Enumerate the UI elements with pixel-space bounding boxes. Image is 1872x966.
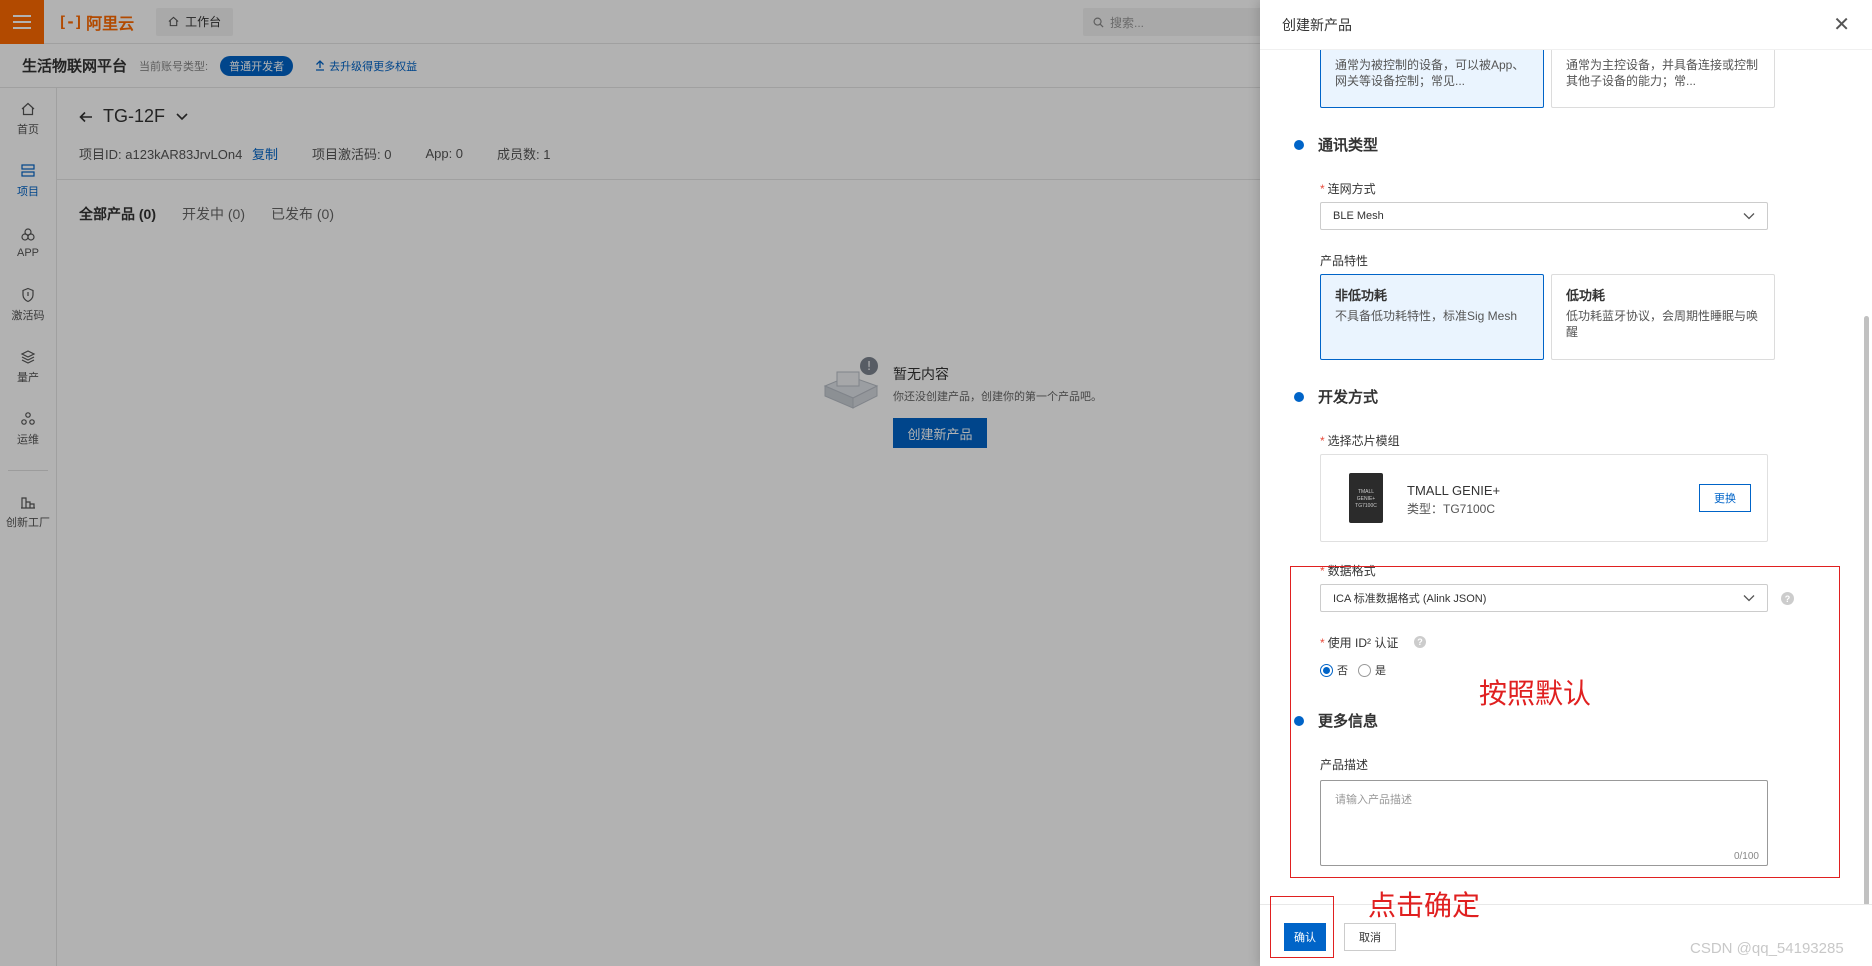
drawer-title: 创建新产品: [1282, 16, 1352, 33]
section-title: 开发方式: [1318, 389, 1379, 406]
network-select[interactable]: BLE Mesh: [1320, 202, 1768, 230]
section-title: 通讯类型: [1318, 137, 1379, 154]
help-icon[interactable]: ?: [1781, 592, 1794, 605]
drawer-header: 创建新产品 ✕: [1260, 0, 1872, 50]
feature-card-low-power[interactable]: 低功耗 低功耗蓝牙协议，会周期性睡眠与唤醒: [1551, 274, 1775, 360]
close-icon[interactable]: ✕: [1833, 15, 1850, 35]
node-type-desc: 通常为主控设备，并具备连接或控制其他子设备的能力；常...: [1566, 58, 1759, 88]
feature-title: 非低功耗: [1335, 288, 1388, 303]
id2-option-no[interactable]: 否: [1320, 662, 1348, 678]
drawer-content[interactable]: 通常为被控制的设备，可以被App、网关等设备控制；常见... 通常为主控设备，并…: [1260, 50, 1872, 904]
section-more-info: 更多信息: [1294, 710, 1378, 731]
chip-module-card: TMALL GENIE+ TG7100C TMALL GENIE+ 类型：TG7…: [1320, 454, 1768, 542]
feature-label: 产品特性: [1320, 254, 1369, 268]
chip-label: * 选择芯片模组: [1320, 434, 1400, 448]
data-format-label: * 数据格式: [1320, 564, 1376, 578]
annotation-click-note: 点击确定: [1368, 889, 1481, 922]
network-value: BLE Mesh: [1333, 210, 1384, 222]
section-dot: [1294, 139, 1304, 150]
change-chip-button[interactable]: 更换: [1699, 484, 1751, 512]
product-desc-label: 产品描述: [1320, 758, 1369, 772]
drawer-scrollbar[interactable]: [1864, 316, 1869, 906]
product-desc-textarea[interactable]: 请输入产品描述 0/100: [1320, 780, 1768, 866]
chevron-down-icon: [1743, 595, 1755, 602]
section-dot: [1294, 391, 1304, 402]
id2-option-yes[interactable]: 是: [1358, 662, 1386, 678]
data-format-select[interactable]: ICA 标准数据格式 (Alink JSON): [1320, 584, 1768, 612]
radio-button: [1320, 663, 1333, 677]
chip-module-image: TMALL GENIE+ TG7100C: [1349, 473, 1383, 523]
id2-radio-group: 否 是: [1320, 662, 1386, 678]
char-counter: 0/100: [1733, 851, 1759, 862]
feature-desc: 低功耗蓝牙协议，会周期性睡眠与唤醒: [1566, 309, 1759, 339]
node-type-desc: 通常为被控制的设备，可以被App、网关等设备控制；常见...: [1335, 58, 1525, 88]
cancel-button[interactable]: 取消: [1344, 923, 1396, 951]
chevron-down-icon: [1743, 213, 1755, 220]
node-type-card-device[interactable]: 通常为被控制的设备，可以被App、网关等设备控制；常见...: [1320, 50, 1544, 108]
annotation-default-note: 按照默认: [1479, 677, 1592, 710]
chip-name: TMALL GENIE+: [1407, 483, 1501, 498]
confirm-button[interactable]: 确认: [1284, 923, 1326, 951]
feature-card-non-low-power[interactable]: 非低功耗 不具备低功耗特性，标准Sig Mesh: [1320, 274, 1544, 360]
feature-title: 低功耗: [1566, 288, 1606, 303]
watermark: CSDN @qq_54193285: [1690, 940, 1844, 957]
network-label: * 连网方式: [1320, 182, 1376, 196]
node-type-card-gateway[interactable]: 通常为主控设备，并具备连接或控制其他子设备的能力；常...: [1551, 50, 1775, 108]
section-communication: 通讯类型: [1294, 134, 1378, 155]
section-dot: [1294, 715, 1304, 726]
help-icon[interactable]: ?: [1414, 636, 1426, 648]
chip-type: 类型：TG7100C: [1407, 502, 1496, 516]
radio-button: [1358, 663, 1371, 677]
feature-desc: 不具备低功耗特性，标准Sig Mesh: [1335, 309, 1518, 323]
data-format-value: ICA 标准数据格式 (Alink JSON): [1333, 593, 1487, 605]
section-title: 更多信息: [1318, 713, 1379, 730]
create-product-drawer: 创建新产品 ✕ 通常为被控制的设备，可以被App、网关等设备控制；常见... 通…: [1260, 0, 1872, 966]
section-development: 开发方式: [1294, 386, 1378, 407]
textarea-placeholder: 请输入产品描述: [1335, 794, 1412, 806]
id2-label: * 使用 ID² 认证: [1320, 636, 1399, 650]
